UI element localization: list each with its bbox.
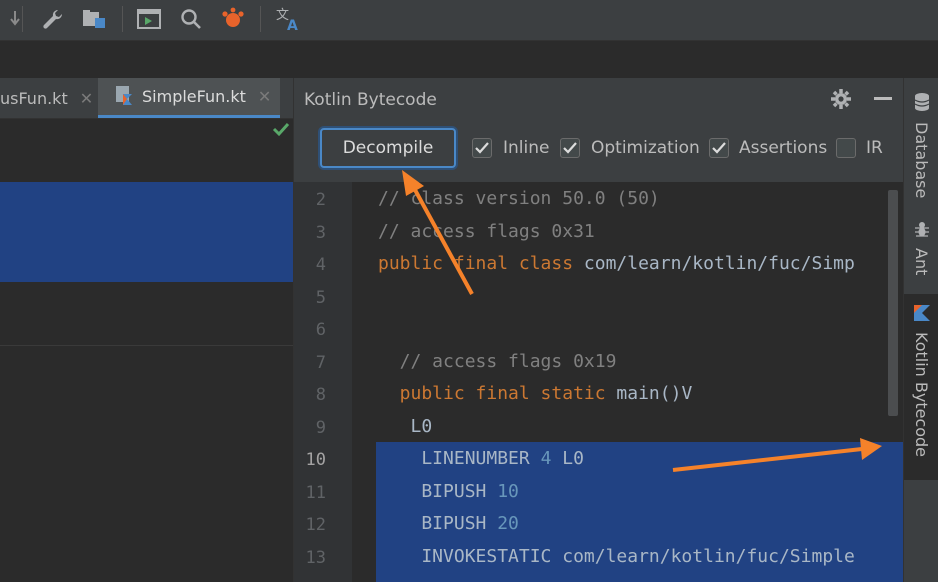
- code-line: BIPUSH 20: [378, 513, 519, 534]
- wrench-icon[interactable]: [37, 4, 67, 34]
- line-number: 9: [315, 417, 326, 438]
- side-tab-label: Ant: [912, 248, 931, 276]
- line-number: 6: [315, 320, 326, 340]
- minimize-icon[interactable]: [874, 97, 892, 100]
- toolbar-divider: [22, 6, 23, 32]
- line-number: 12: [305, 515, 326, 535]
- bytecode-editor[interactable]: 2 // class version 50.0 (50) 3 // access fl…: [294, 182, 904, 582]
- line-number: 5: [315, 287, 326, 308]
- assertions-label: Assertions: [739, 138, 828, 158]
- plugin-icon[interactable]: [218, 4, 248, 34]
- line-number: 11: [305, 482, 326, 503]
- code-token: 4: [540, 448, 552, 469]
- gear-icon[interactable]: [830, 88, 852, 114]
- side-tab-database[interactable]: Database: [904, 86, 938, 206]
- code-line: public final class com/learn/kotlin/fuc/…: [378, 253, 855, 274]
- code-line: L0: [378, 415, 433, 437]
- download-icon[interactable]: [0, 4, 30, 34]
- code-token: BIPUSH: [378, 480, 498, 502]
- tab-label: SimpleFun.kt: [142, 87, 246, 106]
- optimization-label: Optimization: [591, 138, 700, 158]
- source-selection: [0, 182, 293, 282]
- assertions-checkbox[interactable]: [709, 138, 729, 158]
- kotlin-bytecode-panel: Kotlin Bytecode Decompile Inline Optimiz…: [293, 78, 904, 582]
- run-anything-icon[interactable]: [134, 4, 164, 34]
- line-number: 3: [315, 222, 326, 243]
- code-line: // access flags 0x31: [378, 221, 595, 242]
- close-icon[interactable]: ✕: [80, 89, 93, 108]
- side-tab-ant[interactable]: Ant: [904, 216, 938, 286]
- code-line: INVOKESTATIC com/learn/kotlin/fuc/Simple: [378, 545, 855, 567]
- code-token: 20: [497, 513, 519, 534]
- code-token: com/learn/kotlin/fuc/Simp: [583, 253, 855, 274]
- code-token: public final class: [378, 253, 584, 274]
- search-icon[interactable]: [176, 4, 206, 34]
- code-line: // access flags 0x19: [378, 350, 617, 372]
- code-line: public final static main()V: [378, 383, 693, 404]
- code-line: // class version 50.0 (50): [378, 188, 660, 209]
- side-tab-kotlin-bytecode[interactable]: Kotlin Bytecode: [904, 294, 938, 480]
- panel-title: Kotlin Bytecode: [304, 90, 437, 110]
- right-tool-strip: Database Ant Kotlin Bytecode: [903, 78, 938, 582]
- code-token: INVOKESTATIC com/learn/kotlin/fuc/Simple: [378, 545, 855, 567]
- project-structure-icon[interactable]: [79, 4, 109, 34]
- line-number: 10: [305, 450, 326, 470]
- side-tab-label: Database: [912, 122, 931, 199]
- code-token: LINENUMBER: [378, 448, 541, 469]
- code-token: 10: [497, 480, 519, 502]
- ir-checkbox[interactable]: [836, 138, 856, 158]
- line-number: 4: [315, 255, 326, 275]
- code-token: BIPUSH: [378, 513, 498, 534]
- inline-label: Inline: [503, 138, 550, 158]
- code-token: // class version 50.0 (50): [378, 188, 660, 209]
- line-number: 13: [305, 547, 326, 568]
- main-toolbar: 文A: [0, 0, 938, 41]
- toolbar-divider: [260, 6, 261, 32]
- close-icon[interactable]: ✕: [258, 87, 271, 106]
- kotlin-file-icon: [114, 84, 134, 110]
- code-token: // access flags 0x19: [378, 350, 617, 372]
- ir-label: IR: [866, 138, 883, 158]
- code-token: main()V: [616, 383, 693, 404]
- tab-label: usFun.kt: [0, 88, 68, 108]
- checkmark-icon: [272, 121, 290, 141]
- decompile-button[interactable]: Decompile: [320, 128, 456, 168]
- translate-icon[interactable]: 文A: [274, 4, 304, 34]
- editor-divider: [0, 345, 293, 346]
- code-token: // access flags 0x31: [378, 220, 595, 242]
- ant-icon: [913, 220, 931, 242]
- toolbar-divider: [122, 6, 123, 32]
- code-token: L0: [378, 415, 433, 437]
- tab-usfun[interactable]: usFun.kt ✕: [0, 78, 98, 118]
- editor-tab-bar: usFun.kt ✕ SimpleFun.kt ✕: [0, 78, 293, 119]
- svg-text:A: A: [287, 18, 298, 32]
- database-icon: [913, 92, 931, 116]
- tab-simplefun[interactable]: SimpleFun.kt ✕: [98, 78, 280, 118]
- side-tab-label: Kotlin Bytecode: [912, 332, 931, 458]
- code-line: BIPUSH 10: [378, 481, 519, 502]
- code-line: LINENUMBER 4 L0: [378, 448, 584, 469]
- line-number: 7: [315, 352, 326, 373]
- line-number: 2: [315, 190, 326, 210]
- inline-checkbox[interactable]: [472, 138, 492, 158]
- kotlin-icon: [913, 304, 931, 326]
- line-number: 8: [315, 385, 326, 405]
- optimization-checkbox[interactable]: [560, 138, 580, 158]
- vertical-scrollbar[interactable]: [888, 190, 898, 416]
- code-token: public final static: [378, 383, 617, 404]
- code-token: L0: [551, 448, 584, 469]
